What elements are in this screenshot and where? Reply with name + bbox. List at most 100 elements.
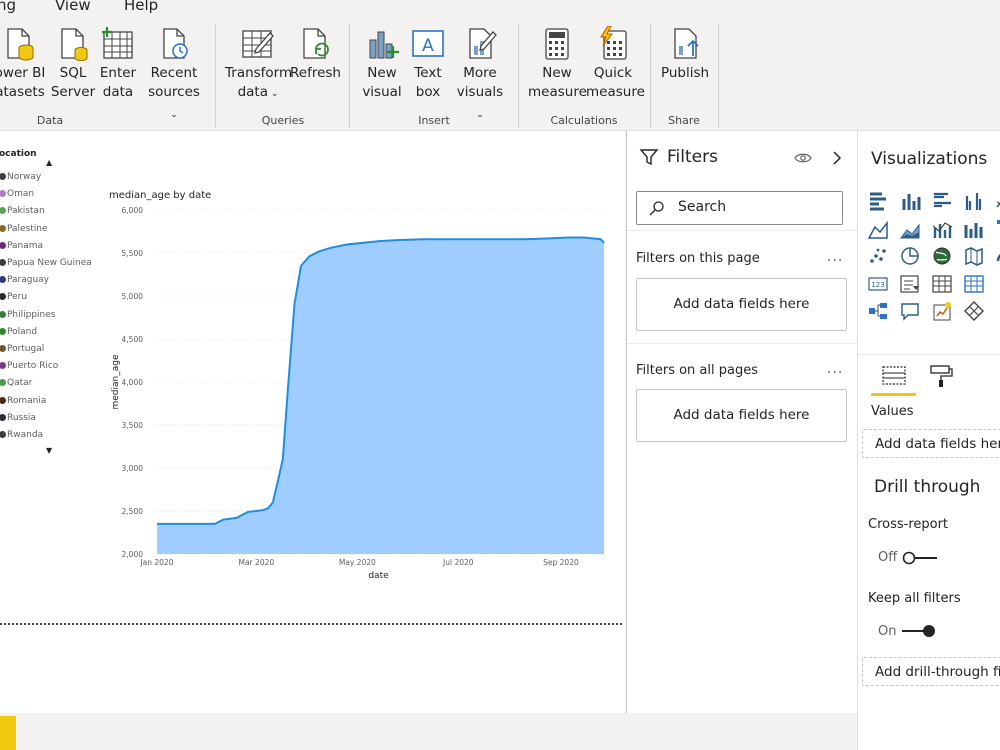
section-divider (858, 354, 1000, 355)
recent-sources-icon (163, 28, 188, 59)
new-measure-button[interactable]: New measure (528, 26, 587, 102)
area-chart-icon[interactable] (867, 218, 889, 240)
filters-page-drop-zone[interactable]: Add data fields here (636, 278, 847, 331)
slicer-icon[interactable] (899, 273, 921, 295)
area-fill[interactable] (157, 237, 604, 555)
data-group-label: Data (36, 114, 64, 127)
menu-item-view[interactable]: View (55, 0, 91, 14)
pie-icon[interactable] (899, 245, 921, 267)
y-tick-label: 5,500 (122, 249, 144, 258)
more-options-icon[interactable]: ... (827, 361, 843, 377)
filters-search-input[interactable]: Search (636, 191, 843, 225)
stacked-area-icon[interactable] (899, 218, 921, 240)
quick-measure-icon (600, 26, 627, 60)
funnel-icon[interactable] (995, 218, 1000, 240)
report-canvas[interactable]: ocation ▲ Norway Oman Pakistan Palestine Pan… (0, 131, 625, 713)
sql-server-button[interactable]: SQL Server (50, 26, 96, 102)
y-tick-label: 2,500 (122, 507, 144, 516)
line-column-icon[interactable] (931, 218, 953, 240)
drill-through-drop-zone[interactable]: Add drill-through fiel (862, 657, 1000, 686)
values-label: Values (871, 404, 914, 419)
keep-all-filters-toggle[interactable] (900, 623, 938, 639)
filters-title: Filters (667, 147, 718, 167)
format-paint-roller-icon[interactable] (928, 363, 954, 389)
gauge-icon[interactable] (995, 245, 1000, 267)
cross-report-state: Off (878, 550, 898, 565)
y-axis-label: median_age (111, 354, 121, 409)
dataset-icon (7, 28, 34, 61)
filter-icon (639, 149, 659, 166)
matrix-icon[interactable] (963, 273, 985, 295)
svg-text:A: A (422, 36, 434, 56)
sql-server-icon (61, 28, 88, 62)
scatter-icon[interactable] (867, 245, 889, 267)
values-drop-zone[interactable]: Add data fields here (862, 429, 1000, 458)
clustered-column-icon[interactable] (963, 190, 985, 212)
x-axis-label: date (368, 571, 389, 581)
card-icon[interactable]: 123 (867, 273, 889, 295)
group-divider (518, 24, 519, 128)
visualizations-title: Visualizations (871, 149, 988, 169)
search-icon (649, 201, 664, 216)
ribbon-chart-icon[interactable] (963, 218, 985, 240)
text-box-icon: A (412, 30, 444, 57)
y-tick-label: 3,500 (122, 421, 144, 430)
fields-tab-icon[interactable] (880, 364, 908, 388)
more-visuals-button[interactable]: More visuals ⌄ (452, 26, 508, 125)
group-divider (215, 24, 216, 128)
table-add-icon (102, 27, 133, 59)
group-divider (718, 24, 719, 128)
transform-data-icon (242, 30, 274, 58)
decomposition-tree-icon[interactable] (867, 300, 889, 322)
r-visual-icon[interactable]: R (995, 273, 1000, 295)
filled-map-icon[interactable] (963, 245, 985, 267)
power-bi-datasets-button[interactable]: ower BIatasets (0, 26, 46, 102)
refresh-button[interactable]: Refresh (290, 26, 341, 83)
filters-pane: Filters Search Filters on this page ... … (626, 131, 857, 713)
recent-sources-button[interactable]: Recent sources ⌄ (144, 26, 204, 125)
chevron-right-icon[interactable] (831, 150, 843, 166)
x-tick-label: Sep 2020 (543, 558, 579, 567)
ribbon: ng View Help ower BIatasets SQLServer En… (0, 0, 1000, 131)
chevron-down-icon: ⌄ (170, 110, 178, 120)
transform-data-button[interactable]: Transform data ⌄ (225, 26, 292, 104)
section-divider (627, 230, 857, 231)
text-box-button[interactable]: A Text box (408, 26, 448, 102)
enter-data-button[interactable]: Enter data (98, 26, 138, 102)
more-visuals-icon[interactable] (963, 300, 985, 322)
active-tab-indicator (871, 393, 916, 396)
qa-icon[interactable] (899, 300, 921, 322)
y-tick-label: 6,000 (122, 206, 144, 215)
area-chart[interactable]: median_age by date2,0002,5003,0003,5004,… (0, 131, 625, 601)
stacked-bar-icon[interactable] (867, 190, 889, 212)
key-influencers-icon[interactable] (931, 300, 953, 322)
new-visual-icon (369, 31, 399, 59)
globe-map-icon[interactable] (931, 245, 953, 267)
stacked-column-icon[interactable] (899, 190, 921, 212)
search-placeholder: Search (678, 199, 727, 215)
more-options-icon[interactable]: ... (827, 249, 843, 265)
menu-item-help[interactable]: Help (124, 0, 158, 14)
new-visual-button[interactable]: New visual (360, 26, 404, 102)
cross-report-label: Cross-report (868, 517, 949, 532)
publish-button[interactable]: Publish (660, 26, 710, 83)
table-icon[interactable] (931, 273, 953, 295)
calculations-group-label: Calculations (550, 114, 618, 127)
queries-group-label: Queries (261, 114, 305, 127)
y-tick-label: 3,000 (122, 464, 144, 473)
visualizations-pane: Visualizations 123 R Values Add data fiel… (857, 131, 1000, 750)
line-chart-icon[interactable] (995, 190, 1000, 212)
chevron-down-icon: ⌄ (268, 89, 279, 99)
share-group-label: Share (668, 114, 700, 127)
filters-all-pages-drop-zone[interactable]: Add data fields here (636, 389, 847, 442)
eye-icon[interactable] (794, 151, 812, 165)
keep-all-filters-state: On (878, 624, 897, 639)
page-tabs-bar (0, 713, 856, 750)
quick-measure-button[interactable]: Quick measure (586, 26, 645, 102)
menu-item-modeling[interactable]: ng (0, 0, 16, 14)
y-tick-label: 5,000 (122, 292, 144, 301)
y-tick-label: 4,000 (122, 378, 144, 387)
clustered-bar-icon[interactable] (931, 190, 953, 212)
page-tab[interactable] (0, 716, 16, 750)
cross-report-toggle[interactable] (901, 550, 939, 566)
